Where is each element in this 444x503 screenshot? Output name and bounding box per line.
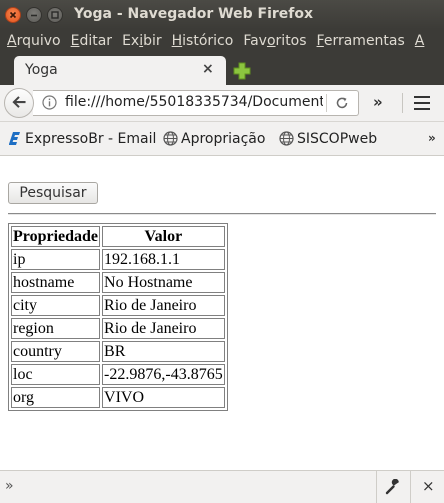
properties-table: Propriedade Valor ip 192.168.1.1 hostname N… [8,223,228,411]
menu-hamburger-icon[interactable] [414,96,430,110]
bottom-divider [410,471,411,503]
bookmarks-overflow-button[interactable]: » [428,131,436,145]
property-cell: ip [11,249,101,270]
url-text[interactable]: file:///home/55018335734/Documentos/yoga… [65,94,323,110]
wrench-icon[interactable] [385,479,401,495]
globe-icon [279,131,294,146]
window-maximize-button[interactable] [47,7,63,23]
menu-bar: Arquivo Editar Exibir Histórico Favoritos Fer… [0,29,444,53]
table-row: region Rio de Janeiro [11,318,225,339]
header-valor: Valor [102,226,225,247]
value-cell: BR [102,341,225,362]
property-cell: loc [11,364,101,385]
bookmark-apropriacao[interactable]: Apropriação [181,131,265,147]
window-title: Yoga - Navegador Web Firefox [74,6,314,22]
new-tab-plus-icon[interactable] [233,62,251,80]
value-cell: 192.168.1.1 [102,249,225,270]
reload-icon[interactable] [335,96,349,110]
property-cell: org [11,387,101,408]
window-titlebar: Yoga - Navegador Web Firefox [0,0,444,29]
url-bar[interactable]: file:///home/55018335734/Documentos/yoga… [33,90,359,116]
table-row: country BR [11,341,225,362]
menu-item-3[interactable]: Histórico [165,33,234,49]
menu-item-1[interactable]: Editar [64,33,112,49]
tab-strip: Yoga × [0,53,444,85]
bottom-chevron-icon[interactable]: » [5,478,14,494]
value-cell: No Hostname [102,272,225,293]
table-header-row: Propriedade Valor [11,226,225,247]
menu-item-0[interactable]: Arquivo [0,33,61,49]
back-arrow-icon [12,96,26,108]
bookmarks-toolbar: ExpressoBr - Email Apropriação SISCOPweb… [0,122,444,156]
value-cell: VIVO [102,387,225,408]
header-propriedade: Propriedade [11,226,101,247]
expresso-icon [9,132,20,145]
back-button[interactable] [4,88,34,118]
property-cell: hostname [11,272,101,293]
bottom-divider [376,471,377,503]
table-row: hostname No Hostname [11,272,225,293]
bottom-toolbar: » × [0,470,444,503]
table-row: loc -22.9876,-43.8765 [11,364,225,385]
close-icon [9,11,17,19]
page-content: Pesquisar Propriedade Valor ip 192.168.1.… [0,157,444,470]
toolbar-overflow-button[interactable]: » [373,93,383,111]
globe-icon [163,131,178,146]
maximize-icon [51,11,59,19]
tab-title: Yoga [25,62,58,78]
menu-item-5[interactable]: Ferramentas [310,33,405,49]
navigation-bar: file:///home/55018335734/Documentos/yoga… [0,85,444,122]
bookmark-siscopweb[interactable]: SISCOPweb [297,131,377,147]
value-cell: Rio de Janeiro [102,318,225,339]
info-icon[interactable] [42,95,57,110]
minimize-icon [31,14,37,17]
window-close-button[interactable] [5,7,21,23]
property-cell: city [11,295,101,316]
search-button[interactable]: Pesquisar [8,182,98,204]
bookmark-expressobr[interactable]: ExpressoBr - Email [25,131,156,147]
toolbar-divider [402,93,403,113]
table-row: org VIVO [11,387,225,408]
tab-yoga[interactable]: Yoga × [14,56,226,85]
value-cell: Rio de Janeiro [102,295,225,316]
menu-item-6[interactable]: A [408,33,425,49]
tab-close-icon[interactable]: × [202,61,214,77]
property-cell: region [11,318,101,339]
window-minimize-button[interactable] [26,7,42,23]
menu-item-4[interactable]: Favoritos [236,33,306,49]
table-row: ip 192.168.1.1 [11,249,225,270]
bottom-close-icon[interactable]: × [422,477,435,495]
menu-item-2[interactable]: Exibir [115,33,162,49]
horizontal-rule [8,213,436,215]
value-cell: -22.9876,-43.8765 [102,364,225,385]
url-divider [326,94,327,112]
property-cell: country [11,341,101,362]
table-row: city Rio de Janeiro [11,295,225,316]
